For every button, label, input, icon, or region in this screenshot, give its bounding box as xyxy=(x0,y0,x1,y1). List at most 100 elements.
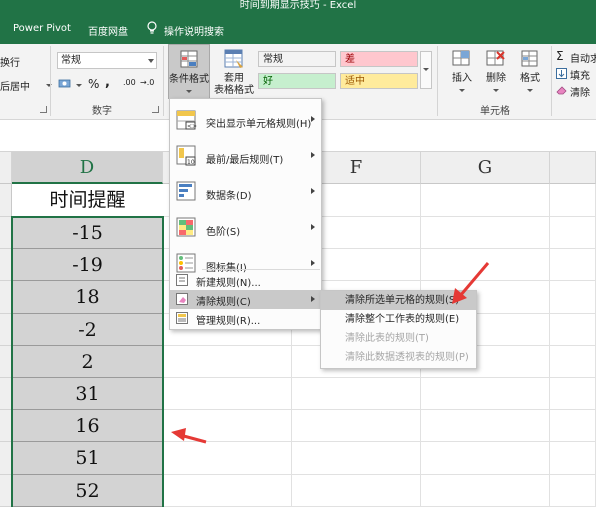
style-neutral[interactable]: 适中 xyxy=(340,73,418,89)
decrease-decimal-button[interactable]: →.0 xyxy=(140,78,154,87)
percent-style-button[interactable]: % xyxy=(88,77,99,91)
row-header[interactable] xyxy=(0,410,12,442)
number-format-select[interactable]: 常规 xyxy=(57,52,157,69)
grid-cell[interactable] xyxy=(421,442,550,475)
cell-text: 31 xyxy=(75,383,100,405)
submenu-clear-pivot-table: 清除此数据透视表的规则(P) xyxy=(321,348,476,367)
grid-cell[interactable] xyxy=(550,475,596,507)
grid-cell[interactable] xyxy=(550,410,596,442)
menu-manage-rules[interactable]: 管理规则(R)... xyxy=(170,309,321,328)
menu-data-bars[interactable]: 数据条(D) xyxy=(170,175,321,211)
merge-center-button[interactable]: 后居中 xyxy=(0,78,30,93)
manage-rules-icon xyxy=(176,312,188,324)
grid-cell[interactable] xyxy=(292,378,421,410)
clear-button[interactable]: 清除 xyxy=(570,84,590,99)
comma-style-button[interactable]: , xyxy=(105,75,110,90)
accounting-format-icon[interactable] xyxy=(58,77,74,91)
submenu-clear-this-table: 清除此表的规则(T) xyxy=(321,329,476,348)
submenu-label: 清除所选单元格的规则(S) xyxy=(345,295,460,306)
row-header[interactable] xyxy=(0,249,12,281)
cell-value[interactable]: 31 xyxy=(12,378,163,410)
conditional-formatting-button[interactable]: 条件格式 xyxy=(168,44,210,99)
grid-cell[interactable] xyxy=(550,346,596,378)
grid-cell[interactable] xyxy=(550,442,596,475)
group-separator xyxy=(437,46,438,116)
cell-value[interactable]: 18 xyxy=(12,281,163,314)
grid-cell[interactable] xyxy=(163,410,292,442)
row-header[interactable] xyxy=(0,314,12,346)
cell-text: 16 xyxy=(75,415,100,437)
grid-cell[interactable] xyxy=(421,249,550,281)
row-header[interactable] xyxy=(0,378,12,410)
column-header-g[interactable]: G xyxy=(421,152,550,184)
increase-decimal-button[interactable]: .00 xyxy=(123,78,136,87)
cell-value[interactable]: 2 xyxy=(12,346,163,378)
submenu-clear-entire-sheet[interactable]: 清除整个工作表的规则(E) xyxy=(321,310,476,329)
cell-value[interactable]: 52 xyxy=(12,475,163,507)
menu-label: 色阶(S) xyxy=(206,227,241,238)
top-bottom-rules-icon: 10 xyxy=(176,145,196,166)
chevron-right-icon xyxy=(311,260,315,266)
menu-label: 数据条(D) xyxy=(206,191,252,202)
group-separator xyxy=(50,46,51,116)
grid-cell[interactable] xyxy=(421,378,550,410)
cell-value[interactable]: -2 xyxy=(12,314,163,346)
row-header[interactable] xyxy=(0,346,12,378)
cell-header-time-reminder[interactable]: 时间提醒 xyxy=(12,184,163,217)
insert-cells-button[interactable]: 插入 xyxy=(444,44,480,99)
wrap-text-button[interactable]: 换行 xyxy=(0,54,20,69)
row-header[interactable] xyxy=(0,184,12,217)
cell-value[interactable]: -15 xyxy=(12,217,163,249)
accounting-dropdown-icon[interactable] xyxy=(76,84,82,87)
styles-gallery-scroll[interactable] xyxy=(420,51,432,89)
style-bad[interactable]: 差 xyxy=(340,51,418,67)
menu-new-rule[interactable]: 新建规则(N)... xyxy=(170,271,321,290)
style-neutral-label: 适中 xyxy=(345,76,365,87)
grid-cell[interactable] xyxy=(550,184,596,217)
submenu-clear-selected-cells[interactable]: 清除所选单元格的规则(S) xyxy=(321,291,476,310)
row-header[interactable] xyxy=(0,217,12,249)
number-dialog-launcher[interactable] xyxy=(152,106,159,113)
style-good[interactable]: 好 xyxy=(258,73,336,89)
merge-dropdown-icon[interactable] xyxy=(46,84,52,87)
grid-cell[interactable] xyxy=(163,346,292,378)
style-normal[interactable]: 常规 xyxy=(258,51,336,67)
delete-cells-button[interactable]: 删除 xyxy=(478,44,514,99)
grid-cell[interactable] xyxy=(163,378,292,410)
tab-power-pivot[interactable]: Power Pivot xyxy=(13,23,71,34)
cell-value[interactable]: -19 xyxy=(12,249,163,281)
grid-cell[interactable] xyxy=(550,249,596,281)
column-header-d[interactable]: D xyxy=(12,152,163,184)
grid-cell[interactable] xyxy=(421,410,550,442)
menu-color-scales[interactable]: 色阶(S) xyxy=(170,211,321,247)
row-header[interactable] xyxy=(0,475,12,507)
menu-clear-rules[interactable]: 清除规则(C) xyxy=(170,290,321,309)
grid-cell[interactable] xyxy=(550,281,596,314)
grid-cell[interactable] xyxy=(421,217,550,249)
tell-me-search[interactable]: 操作说明搜索 xyxy=(164,23,224,38)
row-header[interactable] xyxy=(0,281,12,314)
grid-cell[interactable] xyxy=(163,475,292,507)
format-cells-button[interactable]: 格式 xyxy=(512,44,548,99)
row-header[interactable] xyxy=(0,442,12,475)
grid-cell[interactable] xyxy=(421,475,550,507)
grid-cell[interactable] xyxy=(292,410,421,442)
grid-cell[interactable] xyxy=(292,442,421,475)
autosum-button[interactable]: 自动求 xyxy=(570,50,596,65)
new-rule-icon xyxy=(176,274,188,286)
grid-cell[interactable] xyxy=(421,184,550,217)
grid-cell[interactable] xyxy=(292,475,421,507)
grid-cell[interactable] xyxy=(163,442,292,475)
grid-cell[interactable] xyxy=(550,217,596,249)
tab-baidu-netdisk[interactable]: 百度网盘 xyxy=(88,23,128,38)
format-as-table-button[interactable]: 套用 表格格式 xyxy=(212,44,256,99)
cell-value[interactable]: 51 xyxy=(12,442,163,475)
grid-cell[interactable] xyxy=(550,378,596,410)
alignment-dialog-launcher[interactable] xyxy=(40,106,47,113)
menu-highlight-cells-rules[interactable]: <> 突出显示单元格规则(H) xyxy=(170,103,321,139)
fill-button[interactable]: 填充 xyxy=(570,67,590,82)
grid-cell[interactable] xyxy=(550,314,596,346)
cell-value[interactable]: 16 xyxy=(12,410,163,442)
menu-top-bottom-rules[interactable]: 10 最前/最后规则(T) xyxy=(170,139,321,175)
column-header-h[interactable] xyxy=(550,152,596,184)
